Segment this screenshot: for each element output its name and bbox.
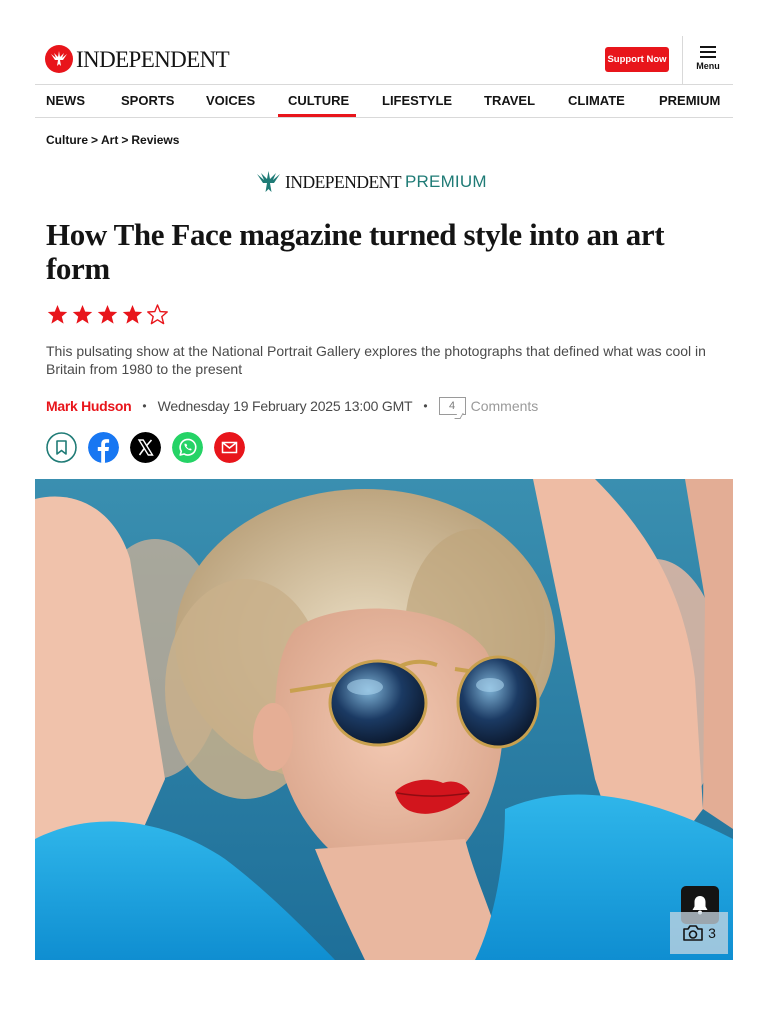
share-bar [46,432,245,463]
breadcrumb: Culture > Art > Reviews [46,133,179,147]
support-now-button[interactable]: Support Now [605,47,669,72]
premium-label: PREMIUM [405,172,487,191]
site-header: INDEPENDENT Support Now Menu [35,36,733,85]
comments-link[interactable]: 4 Comments [438,397,539,415]
gallery-button[interactable]: 3 [670,912,728,954]
breadcrumb-culture[interactable]: Culture [46,133,88,147]
comment-count-icon: 4 [438,397,466,415]
menu-label: Menu [696,61,720,71]
nav-item-travel[interactable]: TRAVEL [484,93,535,108]
breadcrumb-reviews[interactable]: Reviews [131,133,179,147]
whatsapp-icon[interactable] [172,432,203,463]
breadcrumb-separator: > [121,133,129,147]
star-filled-icon [97,305,118,324]
star-filled-icon [47,305,68,324]
nav-item-premium[interactable]: PREMIUM [659,93,720,108]
eagle-icon [45,45,73,73]
independent-premium-logo[interactable]: INDEPENDENT PREMIUM [256,170,487,194]
camera-icon [683,925,703,941]
nav-item-news[interactable]: NEWS [46,93,85,108]
nav-item-climate[interactable]: CLIMATE [568,93,625,108]
meta-separator: • [142,399,147,413]
meta-separator: • [423,399,428,413]
hamburger-icon [700,46,716,58]
menu-button[interactable]: Menu [691,44,725,76]
nav-item-culture[interactable]: CULTURE [288,93,349,108]
hero-image[interactable] [35,479,733,960]
site-logo[interactable]: INDEPENDENT [45,44,230,74]
star-empty-icon [147,304,168,325]
breadcrumb-separator: > [91,133,99,147]
nav-item-voices[interactable]: VOICES [206,93,255,108]
premium-eagle-icon [257,171,280,192]
star-filled-icon [122,305,143,324]
article-meta: Mark Hudson • Wednesday 19 February 2025… [46,396,538,416]
author-link[interactable]: Mark Hudson [46,398,132,414]
article-standfirst: This pulsating show at the National Port… [46,343,706,377]
gallery-count: 3 [708,925,716,941]
x-icon[interactable] [130,432,161,463]
publish-date: Wednesday 19 February 2025 13:00 GMT [157,398,413,414]
nav-item-sports[interactable]: SPORTS [121,93,174,108]
bookmark-icon[interactable] [46,432,77,463]
comments-label: Comments [470,398,539,414]
active-nav-indicator [278,114,356,117]
hero-photo [35,479,733,960]
facebook-icon[interactable] [88,432,119,463]
menu-divider [682,36,683,84]
email-icon[interactable] [214,432,245,463]
nav-item-lifestyle[interactable]: LIFESTYLE [382,93,452,108]
main-nav: NEWS SPORTS VOICES CULTURE LIFESTYLE TRA… [35,86,733,118]
star-filled-icon [72,305,93,324]
article-headline: How The Face magazine turned style into … [46,217,665,286]
premium-brand-text: INDEPENDENT [285,171,402,192]
breadcrumb-art[interactable]: Art [101,133,118,147]
logo-wordmark: INDEPENDENT [76,46,230,72]
star-rating [47,304,168,325]
